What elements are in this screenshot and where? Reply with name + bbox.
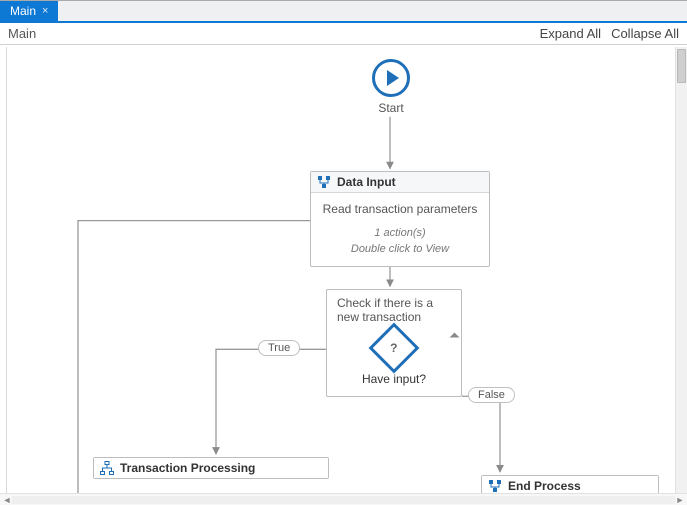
node-body: Check if there is a new transaction ? Ha…	[327, 290, 461, 396]
scrollbar-thumb[interactable]	[677, 49, 686, 83]
expand-all-link[interactable]: Expand All	[540, 26, 601, 41]
node-description: Check if there is a new transaction	[337, 296, 451, 324]
breadcrumb[interactable]: Main	[8, 26, 36, 41]
breadcrumb-toolbar: Main Expand All Collapse All	[0, 23, 687, 45]
close-icon[interactable]: ×	[42, 5, 48, 17]
question-mark-icon: ?	[390, 341, 397, 355]
play-icon	[372, 59, 410, 97]
toolbar-right: Expand All Collapse All	[540, 26, 679, 41]
branch-label-false: False	[468, 387, 515, 403]
branch-label-true: True	[258, 340, 300, 356]
connectors-layer	[0, 47, 675, 493]
scrollbar-track[interactable]	[12, 496, 675, 504]
decision-caption: Have input?	[337, 372, 451, 386]
workflow-designer-root: Main × Main Expand All Collapse All	[0, 0, 687, 505]
decision-icon: ?	[369, 323, 420, 374]
node-start-label: Start	[358, 101, 424, 115]
sequence-icon	[488, 479, 502, 493]
canvas-guide-line	[6, 47, 7, 493]
scroll-left-icon[interactable]: ◄	[2, 495, 12, 505]
collapse-all-link[interactable]: Collapse All	[611, 26, 679, 41]
node-header: Transaction Processing	[94, 458, 328, 478]
tab-main[interactable]: Main ×	[0, 1, 58, 21]
node-meta-hint: Double click to View	[317, 242, 483, 258]
node-transaction-processing[interactable]: Transaction Processing	[93, 457, 329, 479]
node-start[interactable]: Start	[358, 59, 424, 115]
node-decision[interactable]: Check if there is a new transaction ? Ha…	[326, 289, 462, 397]
tab-label: Main	[10, 4, 36, 18]
node-meta-actions: 1 action(s)	[317, 226, 483, 242]
node-body: Read transaction parameters 1 action(s) …	[311, 193, 489, 266]
node-description: Read transaction parameters	[317, 201, 483, 218]
tab-bar: Main ×	[0, 1, 687, 23]
flowchart-icon	[100, 461, 114, 475]
sequence-icon	[317, 175, 331, 189]
vertical-scrollbar[interactable]	[675, 47, 687, 493]
node-title: End Process	[508, 479, 581, 493]
horizontal-scrollbar[interactable]: ◄ ►	[0, 493, 687, 505]
node-title: Data Input	[337, 175, 396, 189]
node-title: Transaction Processing	[120, 461, 255, 475]
scroll-right-icon[interactable]: ►	[675, 495, 685, 505]
workflow-canvas[interactable]: Start Data Input Read transaction parame…	[0, 47, 675, 493]
node-data-input[interactable]: Data Input Read transaction parameters 1…	[310, 171, 490, 267]
canvas-outer: Start Data Input Read transaction parame…	[0, 47, 687, 493]
node-header: Data Input	[311, 172, 489, 193]
